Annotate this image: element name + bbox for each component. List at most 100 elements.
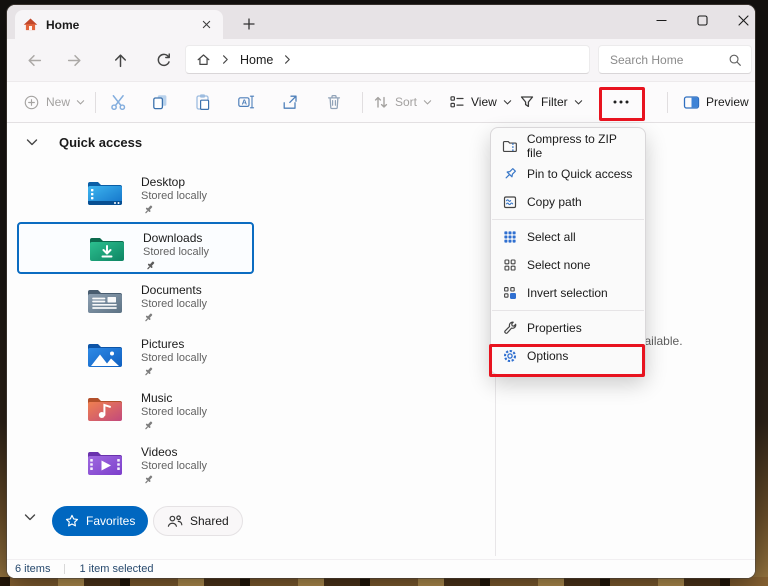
music-folder-icon bbox=[87, 394, 123, 424]
paste-icon bbox=[194, 93, 212, 111]
file-status: Stored locally bbox=[141, 190, 207, 202]
minimize-button[interactable] bbox=[641, 7, 681, 33]
close-button[interactable] bbox=[723, 7, 755, 33]
chevron-right-icon[interactable] bbox=[284, 54, 291, 65]
file-row-desktop[interactable]: Desktop Stored locally bbox=[17, 168, 254, 220]
wrench-icon bbox=[502, 320, 518, 336]
copy-button[interactable] bbox=[147, 88, 173, 116]
search-box[interactable] bbox=[598, 45, 752, 74]
menu-label: Properties bbox=[527, 321, 582, 335]
select-none-icon bbox=[502, 257, 518, 273]
menu-item-properties[interactable]: Properties bbox=[491, 314, 645, 342]
up-icon[interactable] bbox=[108, 48, 132, 72]
new-button[interactable]: New bbox=[19, 88, 89, 116]
pictures-folder-icon bbox=[87, 340, 123, 370]
menu-label: Select all bbox=[527, 230, 576, 244]
search-input[interactable] bbox=[608, 52, 728, 68]
people-icon bbox=[167, 514, 183, 528]
file-status: Stored locally bbox=[141, 460, 207, 472]
chevron-down-icon bbox=[423, 99, 432, 106]
pin-icon bbox=[143, 366, 154, 377]
toolbar-divider bbox=[667, 92, 668, 113]
file-status: Stored locally bbox=[141, 352, 207, 364]
tab-home[interactable]: Home bbox=[15, 10, 223, 39]
selection-count: 1 item selected bbox=[79, 563, 153, 575]
favorites-label: Favorites bbox=[86, 514, 135, 528]
desktop-background: Home bbox=[0, 0, 768, 586]
desktop-folder-icon bbox=[87, 178, 123, 208]
menu-item-options[interactable]: Options bbox=[491, 342, 645, 370]
breadcrumb-item-home[interactable]: Home bbox=[240, 53, 273, 67]
new-tab-button[interactable] bbox=[238, 13, 260, 35]
ellipsis-icon bbox=[611, 93, 631, 111]
back-icon[interactable] bbox=[22, 48, 46, 72]
see-more-button[interactable] bbox=[607, 88, 635, 116]
pin-icon bbox=[143, 204, 154, 215]
menu-item-select-all[interactable]: Select all bbox=[491, 223, 645, 251]
chevron-down-icon[interactable] bbox=[26, 138, 38, 148]
svg-text:A: A bbox=[242, 98, 248, 107]
search-icon[interactable] bbox=[728, 53, 742, 67]
star-icon bbox=[65, 514, 79, 528]
maximize-button[interactable] bbox=[682, 7, 722, 33]
view-icon bbox=[449, 94, 465, 110]
shared-label: Shared bbox=[190, 514, 229, 528]
delete-button[interactable] bbox=[321, 88, 347, 116]
file-name: Desktop bbox=[141, 175, 185, 189]
file-row-documents[interactable]: Documents Stored locally bbox=[17, 276, 254, 328]
view-button[interactable]: View bbox=[445, 88, 516, 116]
home-tab-icon bbox=[23, 17, 38, 32]
zip-folder-icon bbox=[502, 138, 518, 154]
file-row-music[interactable]: Music Stored locally bbox=[17, 384, 254, 436]
menu-label: Options bbox=[527, 349, 568, 363]
menu-item-compress-to-zip[interactable]: Compress to ZIP file bbox=[491, 132, 645, 160]
pin-icon bbox=[143, 312, 154, 323]
menu-item-copy-path[interactable]: Copy path bbox=[491, 188, 645, 216]
tab-close-icon[interactable] bbox=[197, 16, 215, 34]
rename-icon: A bbox=[237, 93, 255, 111]
preview-icon bbox=[683, 94, 700, 111]
status-divider bbox=[64, 564, 65, 574]
breadcrumb-home-icon[interactable] bbox=[196, 52, 211, 67]
sort-button[interactable]: Sort bbox=[369, 88, 436, 116]
file-row-videos[interactable]: Videos Stored locally bbox=[17, 438, 254, 490]
file-name: Downloads bbox=[143, 231, 202, 245]
file-explorer-window: Home bbox=[7, 5, 755, 578]
file-row-downloads[interactable]: Downloads Stored locally bbox=[17, 222, 254, 274]
toolbar-divider bbox=[362, 92, 363, 113]
documents-folder-icon bbox=[87, 286, 123, 316]
file-row-pictures[interactable]: Pictures Stored locally bbox=[17, 330, 254, 382]
menu-label: Compress to ZIP file bbox=[527, 132, 634, 160]
chevron-down-icon bbox=[503, 99, 512, 106]
menu-divider bbox=[492, 310, 644, 311]
menu-label: Select none bbox=[527, 258, 590, 272]
preview-label: Preview bbox=[706, 95, 749, 109]
filter-button[interactable]: Filter bbox=[515, 88, 587, 116]
paste-button[interactable] bbox=[190, 88, 216, 116]
menu-label: Invert selection bbox=[527, 286, 608, 300]
section-title: Quick access bbox=[59, 135, 142, 150]
new-label: New bbox=[46, 95, 70, 109]
pin-icon bbox=[502, 166, 518, 182]
scissors-icon bbox=[109, 93, 127, 111]
favorites-tab[interactable]: Favorites bbox=[52, 506, 148, 536]
share-button[interactable] bbox=[277, 88, 303, 116]
chevron-down-icon bbox=[574, 99, 583, 106]
menu-item-invert-selection[interactable]: Invert selection bbox=[491, 279, 645, 307]
rename-button[interactable]: A bbox=[233, 88, 259, 116]
trash-icon bbox=[325, 93, 343, 111]
quick-access-header[interactable]: Quick access bbox=[26, 135, 142, 150]
menu-item-pin-to-quick-access[interactable]: Pin to Quick access bbox=[491, 160, 645, 188]
breadcrumb[interactable]: Home bbox=[185, 45, 590, 74]
forward-icon[interactable] bbox=[62, 48, 86, 72]
preview-toggle[interactable]: Preview bbox=[679, 88, 753, 116]
shared-tab[interactable]: Shared bbox=[153, 506, 243, 536]
copy-path-icon bbox=[502, 194, 518, 210]
refresh-icon[interactable] bbox=[151, 48, 175, 72]
menu-label: Pin to Quick access bbox=[527, 167, 632, 181]
cut-button[interactable] bbox=[105, 88, 131, 116]
menu-item-select-none[interactable]: Select none bbox=[491, 251, 645, 279]
chevron-down-icon[interactable] bbox=[24, 513, 36, 523]
gear-icon bbox=[502, 348, 518, 364]
see-more-dropdown-menu: Compress to ZIP file Pin to Quick access… bbox=[490, 127, 646, 375]
